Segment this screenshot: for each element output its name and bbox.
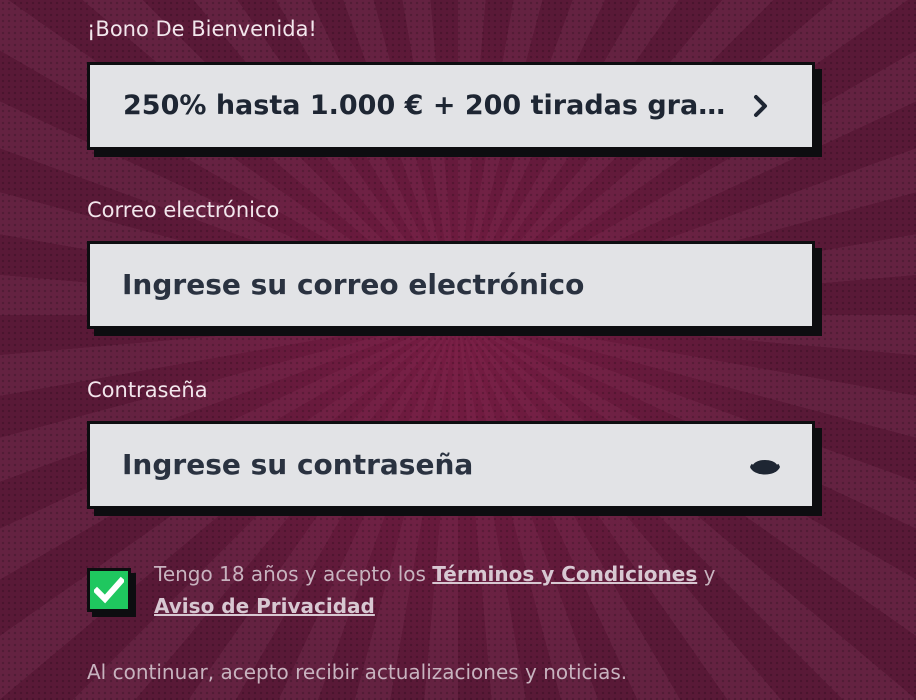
privacy-link[interactable]: Aviso de Privacidad <box>154 594 375 618</box>
email-field[interactable] <box>122 244 722 326</box>
password-field-box <box>87 421 815 509</box>
bonus-select[interactable]: 250% hasta 1.000 € + 200 tiradas gratis … <box>87 62 815 150</box>
consent-prefix: Tengo 18 años y acepto los <box>154 562 426 586</box>
eye-icon[interactable] <box>748 451 782 479</box>
terms-link[interactable]: Términos y Condiciones <box>432 562 697 586</box>
email-field-box <box>87 241 815 329</box>
age-terms-checkbox[interactable] <box>87 568 131 612</box>
consent-conjunction: y <box>703 562 716 586</box>
bonus-label: ¡Bono De Bienvenida! <box>87 17 317 41</box>
marketing-consent-note: Al continuar, acepto recibir actualizaci… <box>87 660 628 684</box>
email-label: Correo electrónico <box>87 198 280 222</box>
password-label: Contraseña <box>87 378 208 402</box>
bonus-selected-offer: 250% hasta 1.000 € + 200 tiradas gratis … <box>123 90 733 121</box>
consent-text: Tengo 18 años y acepto los Términos y Co… <box>154 558 794 622</box>
chevron-right-icon <box>754 95 767 117</box>
password-field[interactable] <box>122 424 682 506</box>
checkmark-icon <box>94 576 124 604</box>
